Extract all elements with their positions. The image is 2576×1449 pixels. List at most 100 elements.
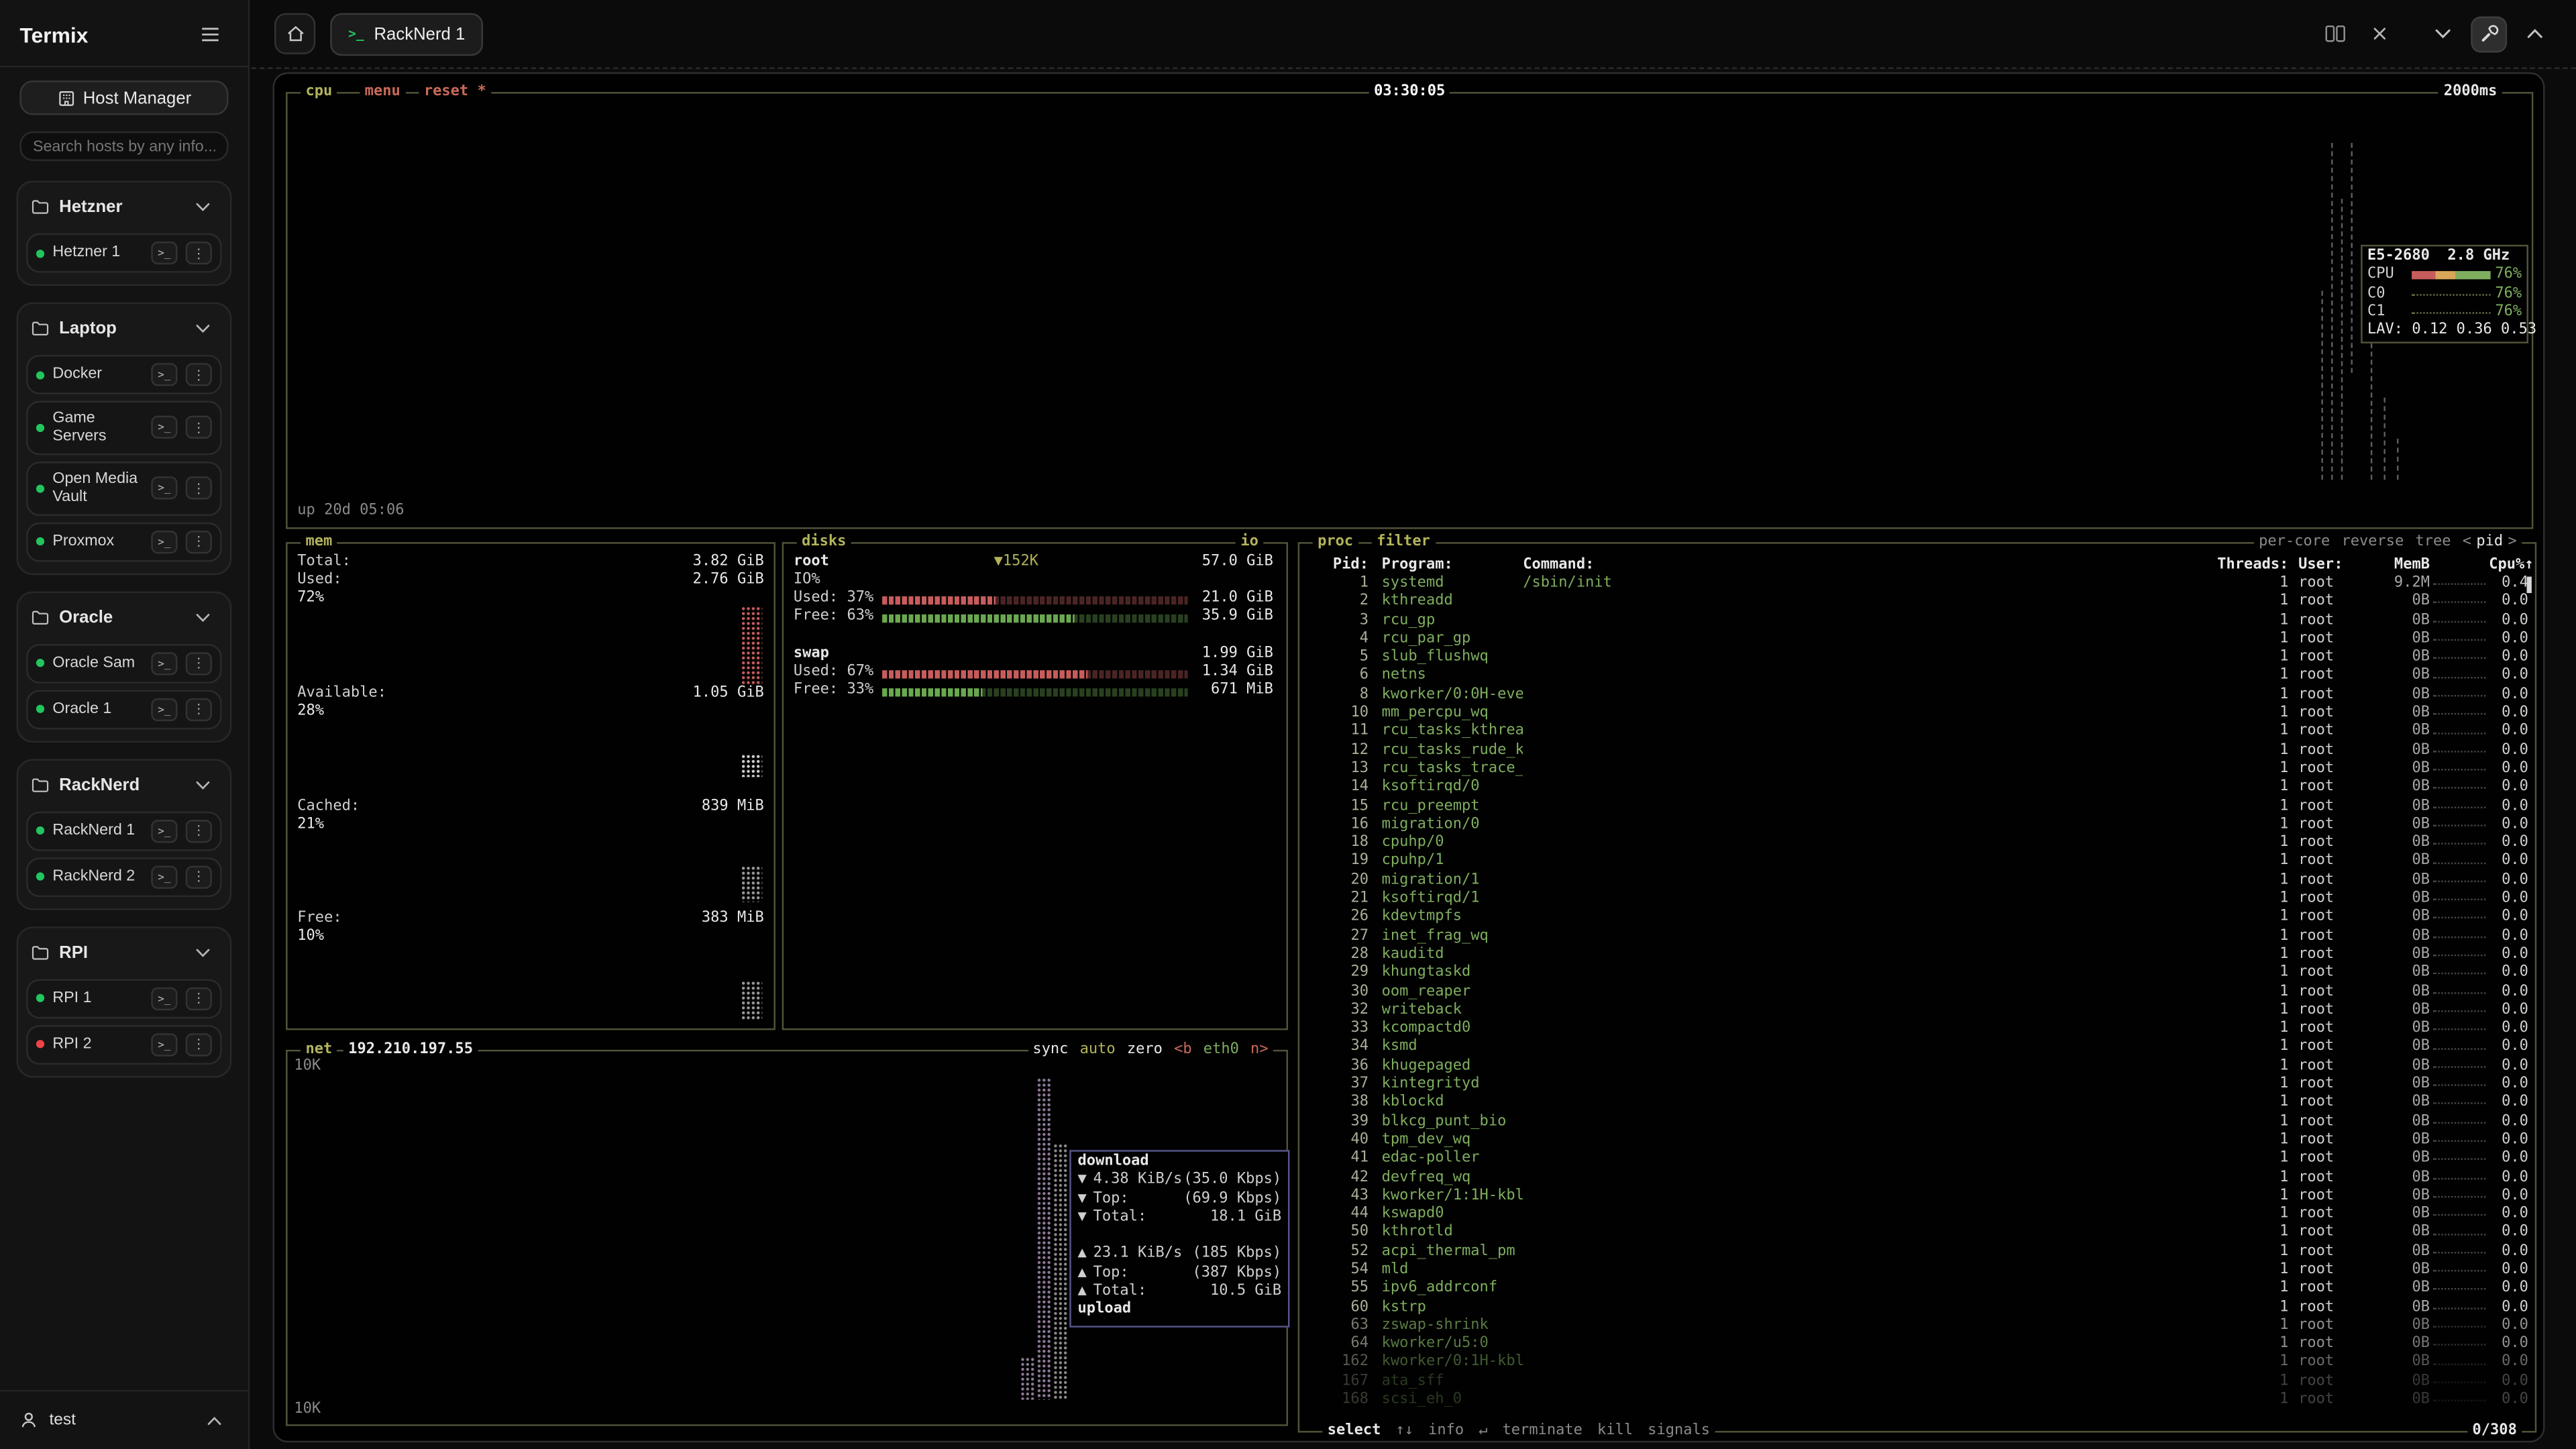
process-row[interactable]: 20 migration/1 1 root 0B 0.0 — [1309, 872, 2528, 891]
connect-terminal-button[interactable]: >_ — [151, 651, 177, 674]
host-menu-button[interactable]: ⋮ — [186, 1032, 212, 1055]
host-menu-button[interactable]: ⋮ — [186, 987, 212, 1010]
chevron-down-icon[interactable] — [187, 604, 217, 630]
process-row[interactable]: 6 netns 1 root 0B 0.0 — [1309, 667, 2528, 686]
host-item[interactable]: RPI 2 >_ ⋮ — [26, 1024, 221, 1064]
process-row[interactable]: 1 systemd /sbin/init 1 root 9.2M 0.4 — [1309, 575, 2528, 594]
host-menu-button[interactable]: ⋮ — [186, 865, 212, 888]
process-row[interactable]: 21 ksoftirqd/1 1 root 0B 0.0 — [1309, 890, 2528, 909]
hamburger-menu-button[interactable] — [193, 16, 229, 52]
search-input[interactable] — [33, 137, 215, 155]
process-row[interactable]: 39 blkcg_punt_bio 1 root 0B 0.0 — [1309, 1113, 2528, 1132]
process-row[interactable]: 13 rcu_tasks_trace_ 1 root 0B 0.0 — [1309, 761, 2528, 780]
process-row[interactable]: 34 ksmd 1 root 0B 0.0 — [1309, 1039, 2528, 1058]
process-row[interactable]: 2 kthreadd 1 root 0B 0.0 — [1309, 594, 2528, 612]
tools-button[interactable] — [2471, 15, 2507, 52]
scroll-up-button[interactable] — [2517, 15, 2553, 52]
host-item[interactable]: Proxmox >_ ⋮ — [26, 522, 221, 561]
process-row[interactable]: 26 kdevtmpfs 1 root 0B 0.0 — [1309, 909, 2528, 928]
process-row[interactable]: 64 kworker/u5:0 1 root 0B 0.0 — [1309, 1336, 2528, 1354]
process-row[interactable]: 63 zswap-shrink 1 root 0B 0.0 — [1309, 1318, 2528, 1336]
col-cpu-sorted[interactable]: Cpu%↑ — [2489, 557, 2528, 576]
connect-terminal-button[interactable]: >_ — [151, 819, 177, 842]
terminate-action[interactable]: terminate — [1503, 1422, 1582, 1441]
chevron-down-icon[interactable] — [187, 315, 217, 341]
process-row[interactable]: 50 kthrotld 1 root 0B 0.0 — [1309, 1224, 2528, 1243]
sort-prev-button[interactable]: < — [2463, 533, 2471, 552]
host-menu-button[interactable]: ⋮ — [186, 530, 212, 553]
group-header[interactable]: Laptop — [23, 309, 225, 348]
connect-terminal-button[interactable]: >_ — [151, 241, 177, 264]
close-tab-button[interactable] — [2364, 19, 2394, 48]
process-row[interactable]: 42 devfreq_wq 1 root 0B 0.0 — [1309, 1169, 2528, 1187]
sync-toggle[interactable]: sync — [1032, 1040, 1068, 1059]
info-action[interactable]: info — [1428, 1422, 1464, 1441]
process-row[interactable]: 60 kstrp 1 root 0B 0.0 — [1309, 1299, 2528, 1318]
process-row[interactable]: 54 mld 1 root 0B 0.0 — [1309, 1262, 2528, 1281]
select-action[interactable]: select — [1328, 1422, 1381, 1441]
process-row[interactable]: 27 inet_frag_wq 1 root 0B 0.0 — [1309, 928, 2528, 947]
process-row[interactable]: 52 acpi_thermal_pm 1 root 0B 0.0 — [1309, 1243, 2528, 1262]
process-row[interactable]: 8 kworker/0:0H-eve 1 root 0B 0.0 — [1309, 686, 2528, 705]
process-row[interactable]: 18 cpuhp/0 1 root 0B 0.0 — [1309, 835, 2528, 853]
zero-toggle[interactable]: zero — [1127, 1040, 1163, 1059]
process-row[interactable]: 30 oom_reaper 1 root 0B 0.0 — [1309, 983, 2528, 1002]
host-menu-button[interactable]: ⋮ — [186, 651, 212, 674]
iface-prev[interactable]: <b — [1174, 1040, 1192, 1059]
host-item[interactable]: RackNerd 1 >_ ⋮ — [26, 811, 221, 851]
group-header[interactable]: RackNerd — [23, 765, 225, 804]
host-menu-button[interactable]: ⋮ — [186, 417, 212, 439]
host-manager-button[interactable]: Host Manager — [19, 80, 228, 115]
connect-terminal-button[interactable]: >_ — [151, 1032, 177, 1055]
process-row[interactable]: 11 rcu_tasks_kthrea 1 root 0B 0.0 — [1309, 723, 2528, 742]
col-user[interactable]: User: — [2298, 557, 2380, 576]
host-menu-button[interactable]: ⋮ — [186, 241, 212, 264]
connect-terminal-button[interactable]: >_ — [151, 417, 177, 439]
kill-action[interactable]: kill — [1597, 1422, 1633, 1441]
col-program[interactable]: Program: — [1382, 557, 1523, 576]
host-item[interactable]: Oracle Sam >_ ⋮ — [26, 643, 221, 683]
col-threads[interactable]: Threads: — [2206, 557, 2288, 576]
proc-scrollbar-thumb[interactable] — [2527, 577, 2532, 593]
process-row[interactable]: 32 writeback 1 root 0B 0.0 — [1309, 1002, 2528, 1020]
col-pid[interactable]: Pid: — [1309, 557, 1368, 576]
reverse-toggle[interactable]: reverse — [2341, 533, 2404, 552]
filter-control[interactable]: filter — [1372, 533, 1435, 552]
io-tab[interactable]: io — [1236, 533, 1263, 552]
connect-terminal-button[interactable]: >_ — [151, 530, 177, 553]
home-button[interactable] — [274, 13, 315, 54]
process-row[interactable]: 40 tpm_dev_wq 1 root 0B 0.0 — [1309, 1132, 2528, 1150]
process-row[interactable]: 167 ata_sff 1 root 0B 0.0 — [1309, 1373, 2528, 1392]
process-row[interactable]: 36 khugepaged 1 root 0B 0.0 — [1309, 1057, 2528, 1076]
host-menu-button[interactable]: ⋮ — [186, 698, 212, 720]
host-item[interactable]: RackNerd 2 >_ ⋮ — [26, 857, 221, 896]
process-row[interactable]: 4 rcu_par_gp 1 root 0B 0.0 — [1309, 631, 2528, 649]
host-item[interactable]: Game Servers >_ ⋮ — [26, 401, 221, 455]
process-row[interactable]: 37 kintegrityd 1 root 0B 0.0 — [1309, 1076, 2528, 1095]
tree-toggle[interactable]: tree — [2415, 533, 2451, 552]
split-view-button[interactable] — [2320, 19, 2349, 48]
process-row[interactable]: 19 cpuhp/1 1 root 0B 0.0 — [1309, 853, 2528, 872]
host-menu-button[interactable]: ⋮ — [186, 363, 212, 386]
process-row[interactable]: 33 kcompactd0 1 root 0B 0.0 — [1309, 1020, 2528, 1039]
terminal-view[interactable]: cpu menu reset * 03:30:05 2000ms up 20d … — [273, 72, 2545, 1442]
scroll-down-button[interactable] — [2425, 15, 2461, 52]
chevron-up-icon[interactable] — [199, 1407, 228, 1434]
reset-control[interactable]: reset * — [419, 83, 491, 102]
chevron-down-icon[interactable] — [187, 771, 217, 798]
col-command[interactable]: Command: — [1523, 557, 2206, 576]
process-row[interactable]: 5 slub_flushwq 1 root 0B 0.0 — [1309, 649, 2528, 668]
group-header[interactable]: RPI — [23, 932, 225, 972]
connect-terminal-button[interactable]: >_ — [151, 477, 177, 500]
process-row[interactable]: 10 mm_percpu_wq 1 root 0B 0.0 — [1309, 705, 2528, 724]
host-item[interactable]: RPI 1 >_ ⋮ — [26, 979, 221, 1018]
process-row[interactable]: 43 kworker/1:1H-kbl 1 root 0B 0.0 — [1309, 1187, 2528, 1206]
process-row[interactable]: 16 migration/0 1 root 0B 0.0 — [1309, 816, 2528, 835]
host-item[interactable]: Docker >_ ⋮ — [26, 355, 221, 394]
group-header[interactable]: Oracle — [23, 597, 225, 637]
process-row[interactable]: 168 scsi_eh_0 1 root 0B 0.0 — [1309, 1391, 2528, 1410]
process-row[interactable]: 38 kblockd 1 root 0B 0.0 — [1309, 1095, 2528, 1114]
chevron-down-icon[interactable] — [187, 939, 217, 965]
chevron-down-icon[interactable] — [187, 194, 217, 220]
process-row[interactable]: 29 khungtaskd 1 root 0B 0.0 — [1309, 965, 2528, 983]
